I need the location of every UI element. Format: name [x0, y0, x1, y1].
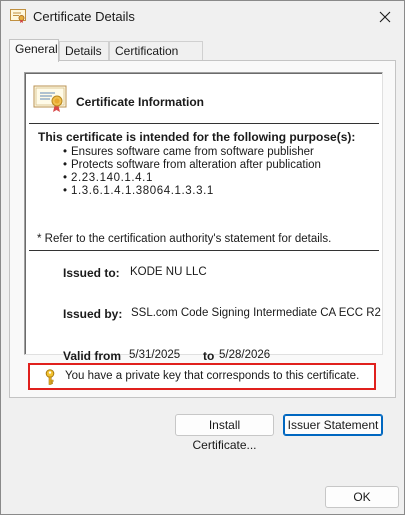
certificate-icon	[33, 85, 67, 113]
issuer-statement-button[interactable]: Issuer Statement	[283, 414, 383, 436]
key-icon	[43, 369, 57, 385]
valid-from-label: Valid from	[63, 349, 122, 363]
issued-to-label: Issued to:	[63, 266, 120, 280]
title-bar: Certificate Details	[1, 1, 404, 33]
divider	[29, 250, 379, 251]
private-key-text: You have a private key that corresponds …	[65, 370, 360, 382]
purpose-list: Ensures software came from software publ…	[63, 146, 321, 198]
issued-by-value: SSL.com Code Signing Intermediate CA ECC…	[131, 307, 381, 319]
install-certificate-button[interactable]: Install Certificate...	[175, 414, 274, 452]
close-icon	[379, 11, 391, 23]
divider	[29, 123, 379, 124]
close-button[interactable]	[372, 5, 398, 29]
issued-by-label: Issued by:	[63, 307, 123, 321]
certificate-information-title: Certificate Information	[76, 95, 205, 109]
tab-certification-path[interactable]: Certification Path	[109, 41, 203, 76]
purpose-item: Ensures software came from software publ…	[63, 146, 321, 159]
issued-to-value: KODE NU LLC	[130, 266, 207, 278]
certificate-icon	[10, 9, 26, 23]
private-key-notice: You have a private key that corresponds …	[28, 363, 376, 390]
refer-note: * Refer to the certification authority's…	[37, 233, 332, 245]
general-tab-page: Certificate Information This certificate…	[9, 60, 396, 452]
valid-to-label: to	[203, 349, 215, 363]
tab-general[interactable]: General	[9, 39, 59, 62]
ok-button[interactable]: OK	[325, 486, 399, 508]
certificate-info-box: Certificate Information This certificate…	[24, 72, 383, 363]
window-title: Certificate Details	[33, 9, 135, 24]
purpose-item: 2.23.140.1.4.1	[63, 172, 321, 185]
purpose-item: Protects software from alteration after …	[63, 159, 321, 172]
purpose-heading: This certificate is intended for the fol…	[38, 130, 356, 144]
certificate-details-dialog: Certificate Details General Details Cert…	[0, 0, 405, 515]
valid-from-value: 5/31/2025	[129, 349, 181, 361]
purpose-item: 1.3.6.1.4.1.38064.1.3.3.1	[63, 185, 321, 198]
valid-to-value: 5/28/2026	[219, 349, 271, 361]
tab-details[interactable]: Details	[59, 41, 109, 61]
